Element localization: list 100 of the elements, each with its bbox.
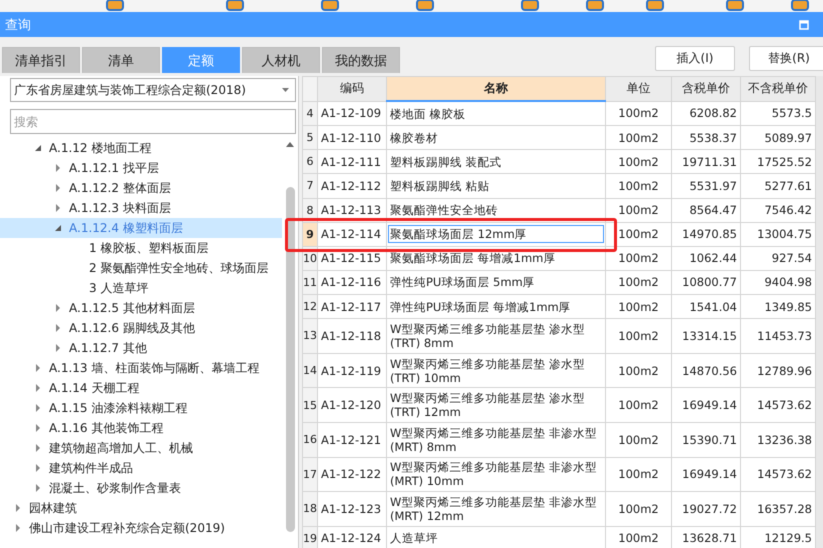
expand-arrow-icon[interactable] bbox=[34, 444, 42, 452]
tree-item[interactable]: A.1.14 天棚工程 bbox=[0, 378, 282, 398]
tab[interactable]: 人材机 bbox=[242, 47, 320, 73]
toolbar-icon[interactable] bbox=[320, 0, 340, 12]
scrollbar[interactable] bbox=[816, 76, 823, 548]
table-cell: 塑料板踢脚线 粘贴 bbox=[386, 174, 606, 198]
row-number: 7 bbox=[302, 174, 318, 198]
table-cell: 100m2 bbox=[606, 126, 672, 150]
tree-item[interactable]: A.1.12.3 块料面层 bbox=[0, 198, 282, 218]
tab[interactable]: 清单 bbox=[82, 47, 160, 73]
table-cell: 1062.44 bbox=[672, 246, 740, 270]
tree-item[interactable]: 建筑构件半成品 bbox=[0, 458, 282, 478]
table-cell: 100m2 bbox=[606, 198, 672, 222]
expand-arrow-icon[interactable] bbox=[34, 364, 42, 372]
tree-item[interactable]: A.1.12.5 其他材料面层 bbox=[0, 298, 282, 318]
expand-arrow-icon[interactable] bbox=[34, 404, 42, 412]
toolbar-icon[interactable] bbox=[790, 0, 810, 12]
tree-item[interactable]: A.1.15 油漆涂料裱糊工程 bbox=[0, 398, 282, 418]
column-header[interactable]: 名称 bbox=[386, 76, 606, 101]
table-cell: W型聚丙烯三维多功能基层垫 渗水型 (TRT) 8mm bbox=[386, 318, 606, 354]
expand-arrow-icon[interactable] bbox=[54, 324, 62, 332]
table-cell: 5531.97 bbox=[672, 174, 740, 198]
table-cell: 14970.85 bbox=[672, 222, 740, 246]
table-cell: 聚氨酯弹性安全地砖 bbox=[386, 198, 606, 222]
tree-item[interactable]: A.1.12.7 其他 bbox=[0, 338, 282, 358]
expand-arrow-icon[interactable] bbox=[34, 424, 42, 432]
maximize-icon[interactable] bbox=[799, 20, 809, 30]
table-cell: 塑料板踢脚线 装配式 bbox=[386, 150, 606, 174]
tree-item[interactable]: 园林建筑 bbox=[0, 498, 282, 518]
expand-arrow-icon[interactable] bbox=[14, 524, 22, 532]
table-cell: 16949.14 bbox=[672, 388, 740, 422]
tree-item[interactable]: 佛山市建设工程补充综合定额(2019) bbox=[0, 518, 282, 538]
row-number: 4 bbox=[302, 101, 318, 126]
collapse-arrow-icon[interactable] bbox=[34, 144, 42, 152]
tab[interactable]: 我的数据 bbox=[322, 47, 400, 73]
tree-item[interactable]: A.1.13 墙、柱面装饰与隔断、幕墙工程 bbox=[0, 358, 282, 378]
library-dropdown[interactable]: 广东省房屋建筑与装饰工程综合定额(2018) bbox=[10, 78, 296, 102]
column-header[interactable]: 单位 bbox=[606, 76, 672, 101]
toolbar-icon[interactable] bbox=[415, 0, 435, 12]
expand-arrow-icon[interactable] bbox=[54, 304, 62, 312]
table-cell: 橡胶卷材 bbox=[386, 126, 606, 150]
table-cell: A1-12-112 bbox=[318, 174, 386, 198]
expand-arrow-icon[interactable] bbox=[34, 384, 42, 392]
tree-item[interactable]: A.1.12.6 踢脚线及其他 bbox=[0, 318, 282, 338]
table-cell: 100m2 bbox=[606, 246, 672, 270]
header-cell bbox=[302, 76, 318, 101]
expand-arrow-icon[interactable] bbox=[34, 484, 42, 492]
row-number: 14 bbox=[302, 353, 318, 388]
column-header[interactable]: 含税单价 bbox=[672, 76, 740, 101]
collapse-arrow-icon[interactable] bbox=[54, 224, 62, 232]
toolbar-icon[interactable] bbox=[645, 0, 665, 12]
row-number: 11 bbox=[302, 270, 318, 295]
toolbar-icon[interactable] bbox=[520, 0, 540, 12]
table-cell: A1-12-117 bbox=[318, 294, 386, 319]
tab[interactable]: 清单指引 bbox=[2, 47, 80, 73]
tree-item[interactable]: A.1.16 其他装饰工程 bbox=[0, 418, 282, 438]
scroll-up-icon[interactable] bbox=[286, 142, 294, 147]
row-number: 19 bbox=[302, 526, 318, 548]
toolbar-icon[interactable] bbox=[105, 0, 125, 12]
column-header[interactable]: 不含税单价 bbox=[740, 76, 816, 101]
search-field[interactable]: 搜索 bbox=[10, 109, 296, 134]
toolbar-icon[interactable] bbox=[585, 0, 605, 12]
table-cell: 100m2 bbox=[606, 457, 672, 492]
tree-item[interactable]: 建筑物超高增加人工、机械 bbox=[0, 438, 282, 458]
table-cell: 100m2 bbox=[606, 492, 672, 526]
table-cell: 100m2 bbox=[606, 174, 672, 198]
row-number: 12 bbox=[302, 294, 318, 319]
scroll-thumb[interactable] bbox=[286, 187, 294, 532]
table-cell: A1-12-122 bbox=[318, 457, 386, 492]
table-cell: A1-12-123 bbox=[318, 492, 386, 526]
row-number: 6 bbox=[302, 150, 318, 174]
toolbar-icon[interactable] bbox=[725, 0, 745, 12]
tree-item[interactable]: A.1.12.1 找平层 bbox=[0, 158, 282, 178]
expand-arrow-icon[interactable] bbox=[54, 184, 62, 192]
table-cell: 16949.14 bbox=[672, 457, 740, 492]
table-cell: 15390.71 bbox=[672, 422, 740, 458]
table-cell: 10800.77 bbox=[672, 270, 740, 295]
tree-item[interactable]: 3 人造草坪 bbox=[0, 278, 282, 298]
expand-arrow-icon[interactable] bbox=[54, 204, 62, 212]
column-header[interactable]: 编码 bbox=[318, 76, 386, 101]
table-cell: W型聚丙烯三维多功能基层垫 非渗水型 (MRT) 12mm bbox=[386, 492, 606, 526]
tree-item[interactable]: 1 橡胶板、塑料板面层 bbox=[0, 238, 282, 258]
tree-item[interactable]: 混凝土、砂浆制作含量表 bbox=[0, 478, 282, 498]
table-cell: 14870.56 bbox=[672, 353, 740, 388]
table-cell: 100m2 bbox=[606, 101, 672, 126]
table-cell: 100m2 bbox=[606, 222, 672, 246]
tree-item[interactable]: A.1.12 楼地面工程 bbox=[0, 138, 282, 158]
table-cell: A1-12-118 bbox=[318, 318, 386, 354]
table-cell: 6208.82 bbox=[672, 101, 740, 126]
action-button[interactable]: 插入(I) bbox=[655, 46, 735, 71]
tree-item[interactable]: 2 聚氨酯弹性安全地砖、球场面层 bbox=[0, 258, 282, 278]
expand-arrow-icon[interactable] bbox=[54, 164, 62, 172]
tree-item[interactable]: A.1.12.2 整体面层 bbox=[0, 178, 282, 198]
toolbar-icon[interactable] bbox=[225, 0, 245, 12]
expand-arrow-icon[interactable] bbox=[34, 464, 42, 472]
expand-arrow-icon[interactable] bbox=[54, 344, 62, 352]
expand-arrow-icon[interactable] bbox=[14, 504, 22, 512]
table-cell: W型聚丙烯三维多功能基层垫 渗水型 (TRT) 10mm bbox=[386, 353, 606, 388]
dropdown-caret-icon bbox=[282, 88, 289, 92]
action-button[interactable]: 替换(R) bbox=[749, 46, 823, 71]
